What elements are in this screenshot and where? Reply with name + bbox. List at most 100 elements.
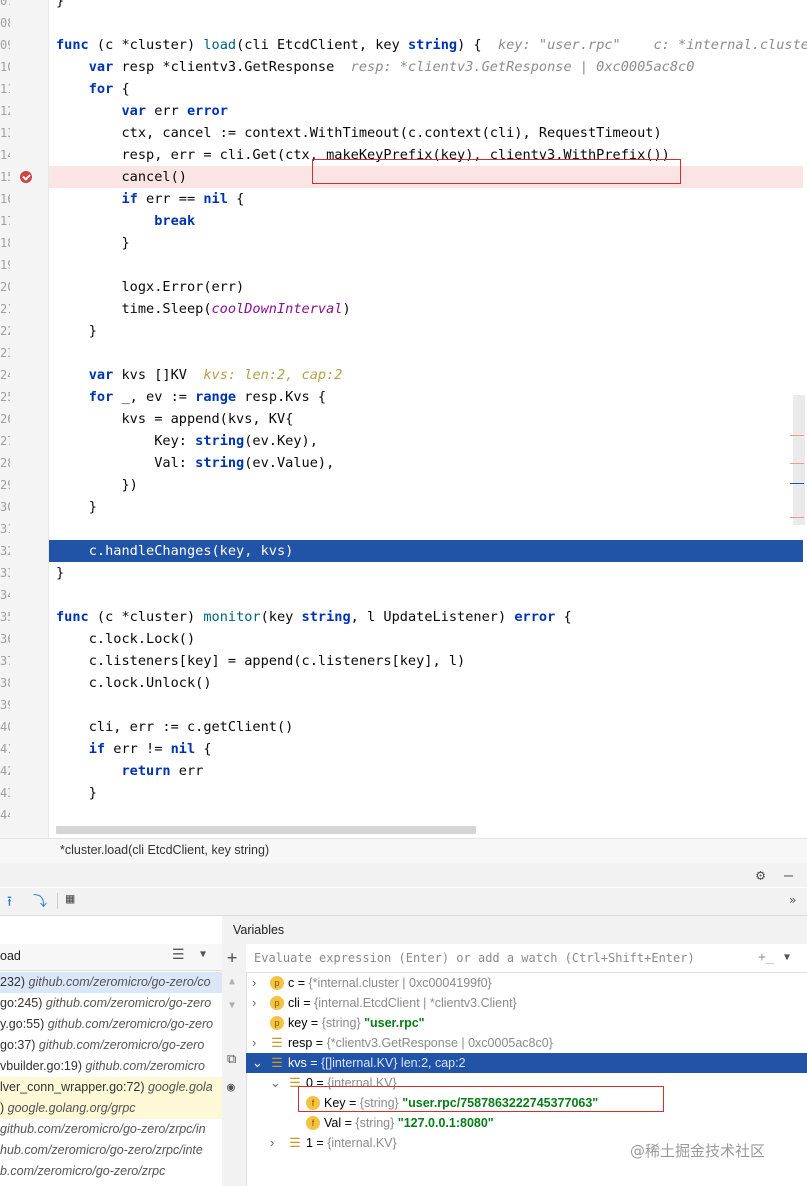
run-to-cursor-icon[interactable]: ⤵ [33,891,47,911]
chevron-right-icon[interactable]: › [270,1133,274,1153]
stack-frame[interactable]: lver_conn_wrapper.go:72) google.gola [0,1077,222,1098]
code-line[interactable]: 34 [0,584,807,606]
breadcrumb-text[interactable]: *cluster.load(cli EtcdClient, key string… [60,843,269,857]
more-icon[interactable]: » [789,893,796,907]
frame-location: vbuilder.go:19) [0,1059,86,1073]
line-number: 22 [0,324,10,338]
list-icon[interactable]: ☰ [172,947,185,963]
line-number: 26 [0,412,10,426]
code-line[interactable]: 19 [0,254,807,276]
code-line[interactable]: 29 }) [0,474,807,496]
code-line[interactable]: 44 [0,804,807,826]
stack-frame[interactable]: github.com/zeromicro/go-zero/zrpc/in [0,1119,222,1140]
line-number: 29 [0,478,10,492]
move-up-icon[interactable]: ▲ [229,976,235,987]
code-line[interactable]: 28 Val: string(ev.Value), [0,452,807,474]
copy-icon[interactable]: ⧉ [227,1052,236,1067]
code-line[interactable]: 09 func (c *cluster) load(cli EtcdClient,… [0,34,807,56]
code-line[interactable]: 07} [0,0,807,12]
code-line[interactable]: 31 [0,518,807,540]
variable-row[interactable]: f Val = {string} "127.0.0.1:8080" [246,1113,807,1133]
code-line[interactable]: 26 kvs = append(kvs, KV{ [0,408,807,430]
code-line[interactable]: 13 ctx, cancel := context.WithTimeout(c.… [0,122,807,144]
eye-icon[interactable]: ◉ [227,1080,235,1095]
code-line[interactable]: 23 [0,342,807,364]
code-line[interactable]: 43 } [0,782,807,804]
watermark: @稀土掘金技术社区 [630,1142,766,1160]
evaluate-placeholder[interactable]: Evaluate expression (Enter) or add a wat… [254,951,695,965]
breakpoint-icon[interactable] [20,171,32,183]
code-line[interactable]: 08 [0,12,807,34]
stack-frame[interactable]: vbuilder.go:19) github.com/zeromicro [0,1056,222,1077]
code-line[interactable]: 22 } [0,320,807,342]
chevron-down-icon[interactable]: ⌄ [270,1073,281,1093]
code-line[interactable]: 40 cli, err := c.getClient() [0,716,807,738]
code-editor[interactable]: 07} 08 09 func (c *cluster) load(cli EtcdCl… [0,0,807,838]
code-line[interactable]: 41 if err != nil { [0,738,807,760]
code-line[interactable]: 36 c.lock.Lock() [0,628,807,650]
stack-frame[interactable]: hub.com/zeromicro/go-zero/zrpc/inte [0,1140,222,1161]
table-icon[interactable]: ▦ [66,891,74,907]
code-line[interactable]: 32 c.handleChanges(key, kvs) [0,540,803,562]
variable-row[interactable]: ⌄ ☰ kvs = {[]internal.KV} len:2, cap:2 [246,1053,807,1073]
code-line[interactable]: 39 [0,694,807,716]
code-text: time.Sleep(coolDownInterval) [56,301,351,317]
horizontal-scrollbar[interactable] [56,826,476,834]
variable-row[interactable]: › p c = {*internal.cluster | 0xc0004199f0} [246,973,807,993]
stack-frame[interactable]: y.go:55) github.com/zeromicro/go-zero [0,1014,222,1035]
stack-frame[interactable]: ) google.golang.org/grpc [0,1098,222,1119]
chevron-right-icon[interactable]: › [252,993,256,1013]
code-line[interactable]: 24 var kvs []KV kvs: len:2, cap:2 [0,364,807,386]
code-line[interactable]: 20 logx.Error(err) [0,276,807,298]
line-number: 40 [0,720,10,734]
code-line[interactable]: 17 break [0,210,807,232]
code-text: var err error [121,103,228,119]
minimize-icon[interactable]: — [784,866,793,884]
code-line[interactable]: 11 for { [0,78,807,100]
chevron-right-icon[interactable]: › [252,1033,256,1053]
variable-row[interactable]: p key = {string} "user.rpc" [246,1013,807,1033]
code-line[interactable]: 10 var resp *clientv3.GetResponse resp: … [0,56,807,78]
add-watch-icon[interactable]: + [227,948,237,968]
code-line[interactable]: 12 var err error [0,100,807,122]
code-line[interactable]: 16 if err == nil { [0,188,807,210]
code-line[interactable]: 38 c.lock.Unlock() [0,672,807,694]
tab-variables[interactable]: Variables [233,923,284,937]
frame-package: google.gola [148,1080,213,1094]
chevron-down-icon[interactable]: ⌄ [252,1053,263,1073]
step-out-icon[interactable]: ⭱ [7,891,12,915]
frame-location: go:37) [0,1038,39,1052]
code-line[interactable]: 37 c.listeners[key] = append(c.listeners… [0,650,807,672]
stack-frame[interactable]: go:245) github.com/zeromicro/go-zero [0,993,222,1014]
gear-icon[interactable]: ⚙ [756,866,765,884]
code-text: } [56,565,65,581]
line-number: 32 [0,544,10,558]
variable-row[interactable]: › p cli = {internal.EtcdClient | *clientv3… [246,993,807,1013]
variable-text: kvs = {[]internal.KV} len:2, cap:2 [288,1056,466,1070]
code-line[interactable]: 42 return err [0,760,807,782]
history-dropdown-icon[interactable]: ▼ [784,952,790,963]
debug-header [0,863,807,887]
code-line[interactable]: 30 } [0,496,807,518]
chevron-down-icon[interactable]: ▼ [200,949,206,960]
add-to-watches-icon[interactable]: +̲ [758,950,774,965]
move-down-icon[interactable]: ▼ [229,1000,235,1011]
line-number: 23 [0,346,10,360]
stack-frame[interactable]: b.com/zeromicro/go-zero/zrpc [0,1161,222,1182]
code-line[interactable]: 21 time.Sleep(coolDownInterval) [0,298,807,320]
variable-row[interactable]: › ☰ resp = {*clientv3.GetResponse | 0xc000… [246,1033,807,1053]
line-number: 15 [0,170,10,184]
chevron-right-icon[interactable]: › [252,973,256,993]
code-line[interactable]: 25 for _, ev := range resp.Kvs { [0,386,807,408]
code-text: var resp *clientv3.GetResponse resp: *cl… [88,59,695,75]
vertical-scrollbar[interactable] [793,395,805,525]
code-line[interactable]: 33} [0,562,807,584]
code-line[interactable]: 35 func (c *cluster) monitor(key string, … [0,606,807,628]
stack-frame[interactable]: 232) github.com/zeromicro/go-zero/co [0,972,222,993]
line-number: 10 [0,60,10,74]
code-line[interactable]: 18 } [0,232,807,254]
code-line[interactable]: 27 Key: string(ev.Key), [0,430,807,452]
stack-frame[interactable]: go:37) github.com/zeromicro/go-zero [0,1035,222,1056]
error-stripe-mark [790,517,804,518]
frames-thread-selector[interactable]: oad ☰ ▼ [0,944,222,971]
